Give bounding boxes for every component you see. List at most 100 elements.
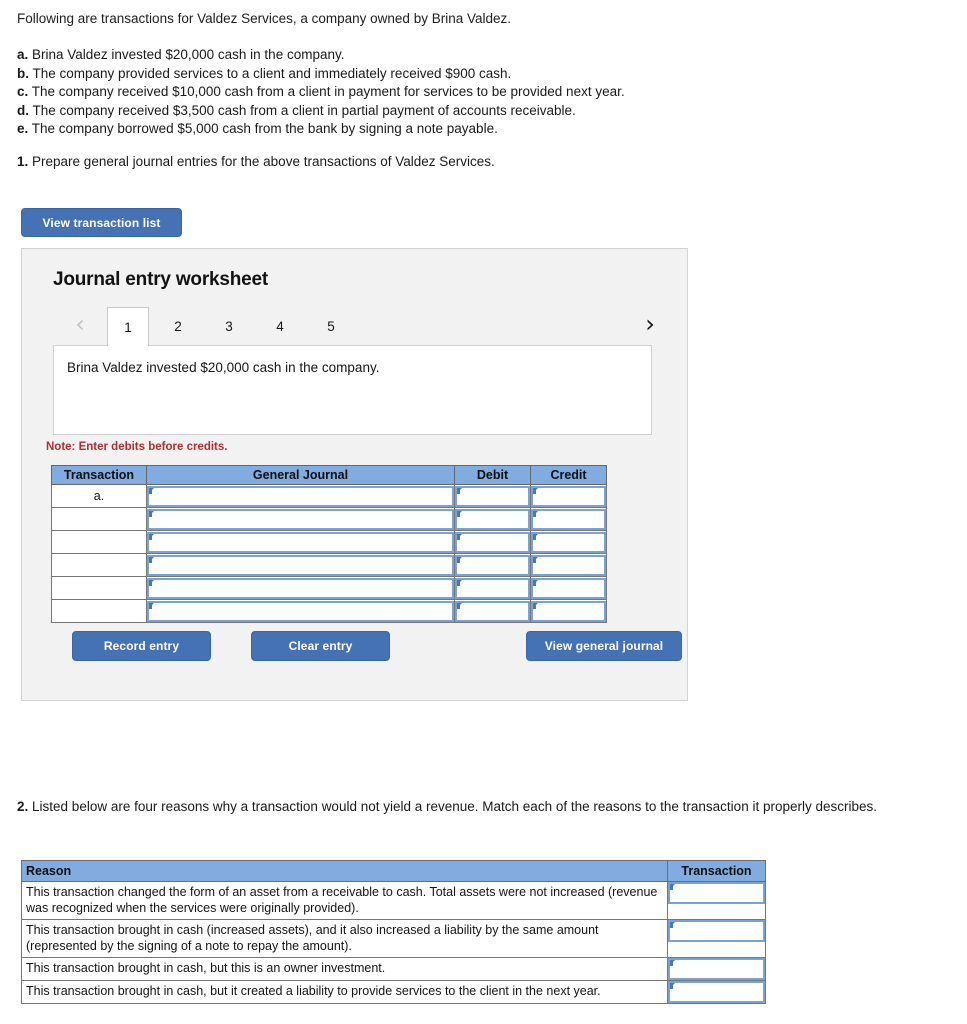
debit-input[interactable] [455,554,530,576]
credit-input[interactable] [531,485,606,507]
general-journal-cell [146,507,455,531]
credit-cell [530,507,607,531]
chevron-right-icon[interactable]: › [638,309,662,339]
transaction-select[interactable] [668,920,765,942]
general-journal-input[interactable] [147,554,454,576]
debit-cell [454,484,531,508]
transaction-cell [667,881,766,920]
transaction-text: Brina Valdez invested $20,000 cash in th… [32,47,345,62]
general-journal-input[interactable] [147,485,454,507]
clear-entry-button[interactable]: Clear entry [251,631,390,661]
credit-input[interactable] [531,600,606,622]
transaction-label: d. [17,102,29,118]
pager-tab-1[interactable]: 1 [107,307,149,346]
pager-tab-2[interactable]: 2 [157,307,199,345]
transaction-label: e. [17,121,29,136]
table-row: This transaction brought in cash, but it… [21,980,766,1004]
column-header-reason: Reason [21,860,668,882]
intro-paragraph: Following are transactions for Valdez Se… [17,11,511,26]
reason-cell: This transaction brought in cash (increa… [21,919,668,958]
debit-cell [454,530,531,554]
debit-cell [454,576,531,600]
debit-input[interactable] [455,531,530,553]
column-header-credit: Credit [530,465,607,485]
transaction-cell [51,530,147,554]
transaction-item: e. The company borrowed $5,000 cash from… [17,120,947,139]
view-general-journal-button[interactable]: View general journal [526,631,682,661]
reason-table-header-row: Reason Transaction [21,860,766,882]
column-header-debit: Debit [454,465,531,485]
general-journal-input[interactable] [147,531,454,553]
transaction-select[interactable] [668,882,765,904]
table-row [51,576,607,600]
record-entry-button[interactable]: Record entry [72,631,211,661]
pager-tab-4[interactable]: 4 [259,307,301,345]
transaction-cell [667,919,766,958]
table-row [51,530,607,554]
transaction-text: The company borrowed $5,000 cash from th… [31,121,498,136]
transaction-cell [51,507,147,531]
requirement-1: 1. Prepare general journal entries for t… [17,152,947,171]
reason-match-table: Reason Transaction This transaction chan… [21,860,766,1004]
transaction-item: a. Brina Valdez invested $20,000 cash in… [17,46,947,65]
general-journal-cell [146,484,455,508]
chevron-left-icon[interactable]: ‹ [68,309,92,339]
requirement-2-text: Listed below are four reasons why a tran… [32,799,878,814]
table-row: This transaction brought in cash (increa… [21,919,766,958]
transaction-select[interactable] [668,981,765,1003]
pager-tab-5[interactable]: 5 [310,307,352,345]
view-transaction-list-button[interactable]: View transaction list [21,208,182,237]
credit-cell [530,553,607,577]
debits-before-credits-note: Note: Enter debits before credits. [46,441,228,453]
reason-cell: This transaction changed the form of an … [21,881,668,920]
transaction-description-box: Brina Valdez invested $20,000 cash in th… [53,345,652,435]
transaction-text: The company received $3,500 cash from a … [32,102,576,118]
transaction-select[interactable] [668,958,765,980]
requirement-1-text: Prepare general journal entries for the … [32,154,495,169]
transaction-cell [51,576,147,600]
pager-tab-3[interactable]: 3 [208,307,250,345]
debit-cell [454,553,531,577]
reason-cell: This transaction brought in cash, but it… [21,980,668,1004]
transaction-label: b. [17,65,29,81]
general-journal-input[interactable] [147,508,454,530]
transaction-item: d. The company received $3,500 cash from… [17,102,947,121]
transaction-cell [51,599,147,623]
credit-cell [530,530,607,554]
transaction-cell: a. [51,484,147,508]
debit-input[interactable] [455,485,530,507]
table-row [51,553,607,577]
requirement-1-number: 1. [17,154,29,169]
table-row [51,599,607,623]
journal-entry-worksheet-panel: Journal entry worksheet ‹ 1 2 3 4 5 › Br… [21,248,688,701]
table-row: This transaction brought in cash, but th… [21,957,766,981]
transaction-list: a. Brina Valdez invested $20,000 cash in… [17,46,947,139]
general-journal-input[interactable] [147,577,454,599]
debit-input[interactable] [455,600,530,622]
transaction-label: a. [17,47,29,62]
transaction-cell [667,957,766,981]
general-journal-input[interactable] [147,600,454,622]
credit-input[interactable] [531,554,606,576]
worksheet-pager: ‹ 1 2 3 4 5 › [52,307,662,346]
transaction-label: c. [17,84,29,99]
journal-entry-table: Transaction General Journal Debit Credit… [51,465,607,623]
transaction-item: b. The company provided services to a cl… [17,65,947,84]
column-header-transaction: Transaction [667,860,766,882]
debit-input[interactable] [455,577,530,599]
credit-input[interactable] [531,531,606,553]
debit-cell [454,507,531,531]
debit-cell [454,599,531,623]
credit-cell [530,599,607,623]
debit-input[interactable] [455,508,530,530]
requirement-2-number: 2. [17,799,29,814]
general-journal-cell [146,553,455,577]
credit-input[interactable] [531,508,606,530]
credit-input[interactable] [531,577,606,599]
requirement-2: 2. Listed below are four reasons why a t… [17,797,955,816]
table-row: This transaction changed the form of an … [21,881,766,920]
transaction-cell [667,980,766,1004]
table-row [51,507,607,531]
column-header-transaction: Transaction [51,465,147,485]
worksheet-title: Journal entry worksheet [53,269,269,290]
